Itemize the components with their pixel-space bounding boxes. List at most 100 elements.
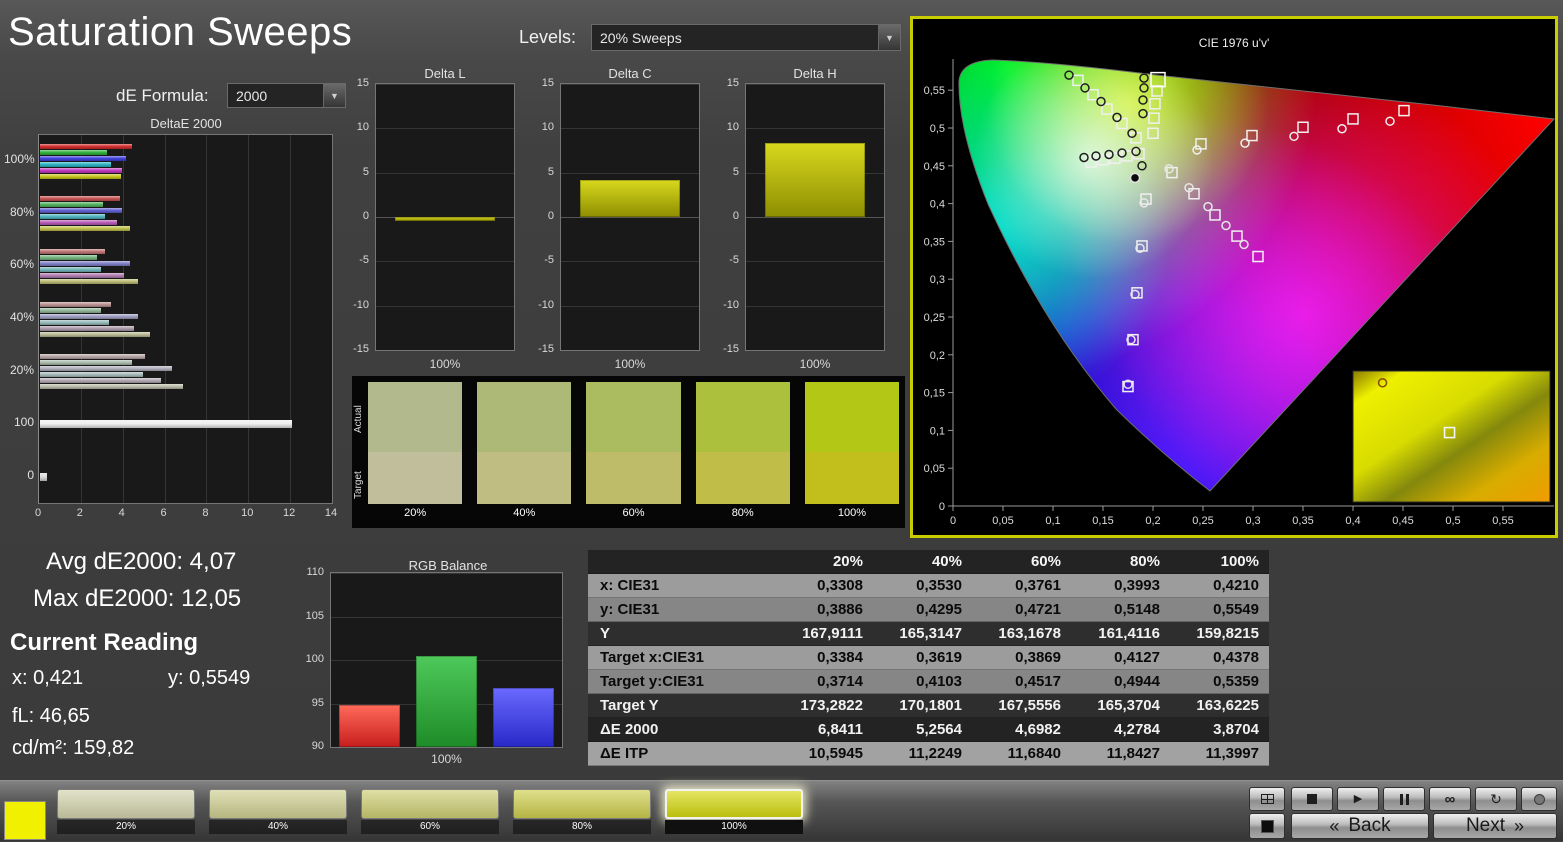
inset-zoom-view: [1352, 370, 1551, 503]
x-axis-label: 100%: [429, 357, 461, 371]
display-mode-button[interactable]: [1249, 787, 1285, 811]
axis-tick-label: 110: [306, 566, 324, 578]
table-row: x: CIE31 0,3308 0,3530 0,3761 0,3993 0,4210: [588, 574, 1269, 598]
table-cell: 0,3714: [817, 673, 863, 690]
bar: [40, 149, 107, 155]
axis-tick-label: 90: [311, 740, 324, 752]
table-cell: 0,4127: [1114, 649, 1160, 666]
table-cell: 167,9111: [802, 625, 863, 642]
bar: [40, 354, 145, 360]
axis-tick-label: 15: [726, 77, 739, 89]
axis-tick-label: 0: [34, 507, 42, 519]
stop-button[interactable]: [1291, 787, 1333, 811]
refresh-button[interactable]: ↻: [1475, 787, 1517, 811]
table-cell: 4,2784: [1114, 721, 1160, 738]
table-cell: 161,4116: [1098, 625, 1160, 642]
levels-dropdown[interactable]: 20% Sweeps ▼: [591, 24, 901, 51]
axis-tick-label: 0,45: [1392, 515, 1413, 527]
chart-title: RGB Balance: [408, 558, 488, 573]
next-button[interactable]: Next »: [1433, 813, 1557, 839]
table-cell: 167,5556: [998, 697, 1061, 714]
axis-tick-label: 0,4: [1345, 515, 1360, 527]
patch-button-40%[interactable]: 40%: [209, 789, 347, 835]
target-swatch: [586, 452, 681, 504]
chart-title: DeltaE 2000: [150, 116, 222, 131]
table-cell: 11,3997: [1205, 745, 1259, 762]
axis-tick-label: -15: [353, 343, 369, 355]
patch-button-80%[interactable]: 80%: [513, 789, 651, 835]
table-cell: 163,1678: [998, 625, 1061, 642]
infinity-icon: ∞: [1444, 790, 1456, 808]
x-axis-label: 100%: [614, 357, 646, 371]
table-row: Target Y 173,2822 170,1801 167,5556 165,3704…: [588, 694, 1269, 718]
back-button[interactable]: « Back: [1291, 813, 1429, 839]
table-cell: 5,2564: [916, 721, 962, 738]
axis-tick-label: 0: [950, 515, 956, 527]
axis-tick-label: 100%: [4, 152, 35, 167]
table-cell: 0,3384: [817, 649, 863, 666]
pause-button[interactable]: [1383, 787, 1425, 811]
patch-button-100%[interactable]: 100%: [665, 789, 803, 835]
patch-button-60%[interactable]: 60%: [361, 789, 499, 835]
axis-tick-label: 0,2: [930, 350, 945, 362]
next-label: Next: [1465, 815, 1506, 836]
table-cell: 163,6225: [1196, 697, 1259, 714]
bar: [40, 161, 112, 167]
patch-label: 20%: [57, 820, 195, 834]
current-reading-heading: Current Reading: [10, 629, 199, 656]
axis-tick-label: 2: [76, 507, 83, 519]
play-button[interactable]: ▶: [1337, 787, 1379, 811]
swatch-label: 20%: [404, 507, 427, 519]
table-cell: 165,3704: [1097, 697, 1160, 714]
table-cell: 11,6840: [1007, 745, 1061, 762]
axis-tick-label: 6: [160, 507, 167, 519]
table-cell: 0,3993: [1114, 577, 1160, 594]
patch-button-20%[interactable]: 20%: [57, 789, 195, 835]
table-cell: 0,3619: [916, 649, 962, 666]
bar: [40, 272, 124, 278]
target-swatch: [695, 452, 790, 504]
delta-c-plot: [560, 83, 700, 351]
bar: [40, 173, 121, 179]
app-root: Saturation Sweeps Levels: 20% Sweeps ▼ d…: [0, 0, 1563, 841]
table-cell: 173,2822: [800, 697, 863, 714]
actual-swatch: [586, 382, 681, 452]
table-cell: 0,3308: [817, 577, 863, 594]
continuous-measure-button[interactable]: ∞: [1429, 787, 1471, 811]
bottom-bar: 20% 40% 60% 80% 100% ▶ ∞ ↻ « Back Next »: [0, 780, 1563, 841]
axis-tick-label: 100: [13, 415, 34, 430]
target-swatch: [368, 452, 463, 504]
delta-c-chart: Delta C 100% 15 10 5 0 -5 -10 -15: [526, 66, 702, 372]
table-cell: 0,3869: [1015, 649, 1061, 666]
deltae2000-plot: [38, 134, 333, 504]
patch-label: 80%: [513, 820, 651, 834]
axis-tick-label: 0,25: [1192, 515, 1213, 527]
axis-tick-label: 60%: [9, 257, 34, 272]
chevron-right-icon: »: [1514, 815, 1525, 836]
axis-tick-label: -15: [538, 343, 554, 355]
record-button[interactable]: [1521, 787, 1557, 811]
current-y-readout: y: 0,5549: [168, 667, 251, 689]
bar: [40, 366, 172, 372]
axis-tick-label: 0,4: [930, 199, 945, 211]
de-formula-value: 2000: [236, 87, 268, 104]
swatch-column: 40%: [477, 382, 572, 526]
axis-tick-label: 0,45: [924, 161, 945, 173]
axis-tick-label: 20%: [9, 362, 34, 377]
bar: [40, 325, 135, 331]
de-formula-dropdown[interactable]: 2000 ▼: [227, 83, 346, 108]
swatch-label: 80%: [731, 507, 754, 519]
bar: [395, 217, 495, 221]
chevron-down-icon[interactable]: ▼: [878, 25, 900, 50]
table-column-header: 20%: [832, 553, 863, 570]
chart-title: Delta L: [424, 66, 466, 81]
axis-tick-label: 10: [241, 507, 254, 519]
table-cell: 0,3530: [916, 577, 962, 594]
axis-tick-label: 10: [541, 121, 554, 134]
patch-window-button[interactable]: [1249, 813, 1285, 839]
deltae2000-chart: DeltaE 2000 0 2 4 6 8 10 12 14 100% 80% 60% 40% 20% 1…: [4, 116, 337, 526]
patch-label: 40%: [209, 820, 347, 834]
bar: [40, 313, 139, 319]
table-cell: 0,4295: [916, 601, 962, 618]
current-x-readout: x: 0,421: [12, 667, 84, 689]
